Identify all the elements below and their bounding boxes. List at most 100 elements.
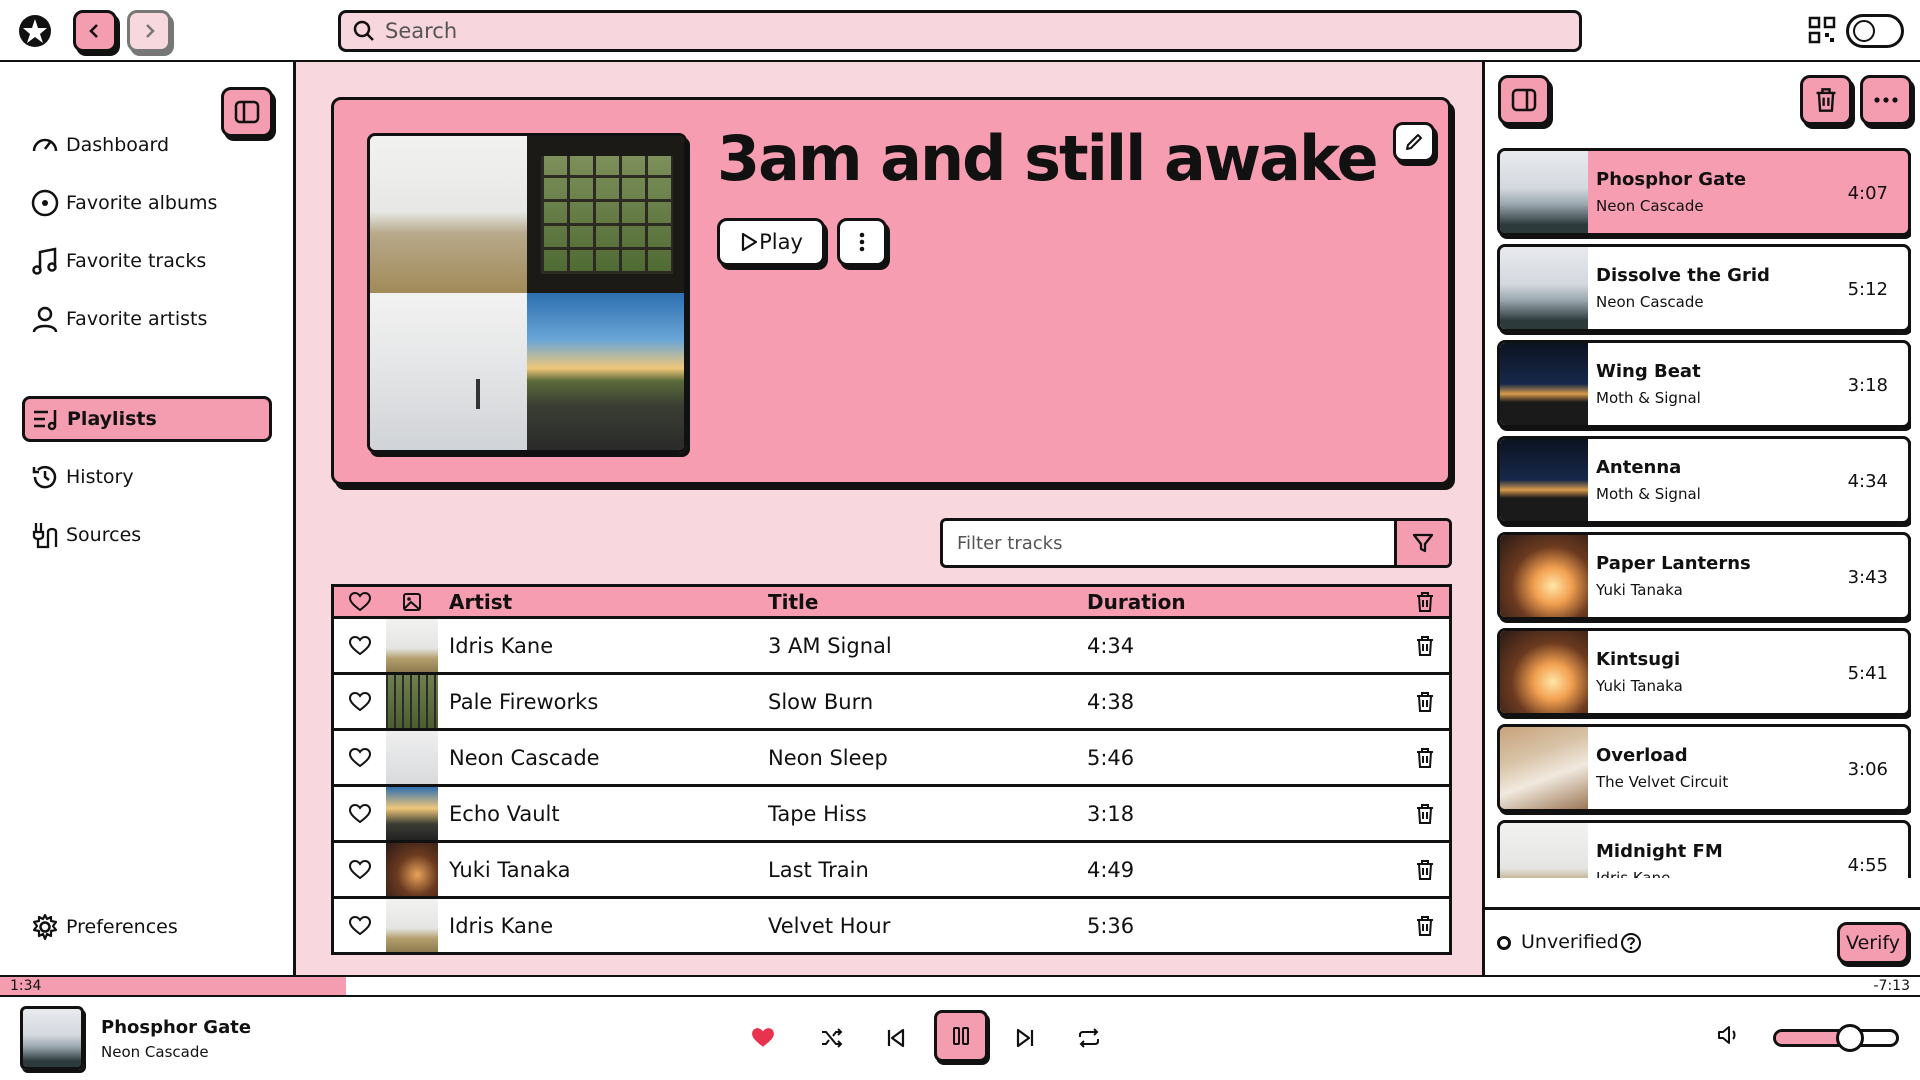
table-row[interactable]: Echo Vault Tape Hiss 3:18	[334, 787, 1449, 843]
table-row[interactable]: Yuki Tanaka Last Train 4:49	[334, 843, 1449, 899]
track-duration: 5:46	[1087, 745, 1135, 770]
track-title[interactable]: Last Train	[768, 858, 869, 882]
queue-item[interactable]: Kintsugi Yuki Tanaka 5:41	[1497, 628, 1911, 716]
table-row[interactable]: Idris Kane Velvet Hour 5:36	[334, 899, 1449, 955]
track-artist[interactable]: Echo Vault	[449, 802, 560, 826]
sidebar-item-label: History	[66, 466, 134, 488]
sidebar-item-favorite-tracks[interactable]: Favorite tracks	[22, 238, 272, 284]
favorite-toggle[interactable]	[334, 859, 386, 880]
playback-progress-bar[interactable]: 1:34 -7:13	[0, 975, 1920, 997]
track-duration: 4:49	[1087, 857, 1135, 882]
track-title[interactable]: Tape Hiss	[768, 802, 867, 826]
search-icon	[353, 20, 374, 41]
filter-button[interactable]	[1394, 521, 1449, 565]
queue-item[interactable]: Wing Beat Moth & Signal 3:18	[1497, 340, 1911, 428]
remove-track-button[interactable]	[1415, 859, 1435, 881]
favorite-toggle[interactable]	[334, 915, 386, 936]
column-header-duration[interactable]: Duration	[1087, 590, 1186, 614]
previous-button[interactable]	[879, 1021, 913, 1055]
remove-track-button[interactable]	[1415, 915, 1435, 937]
play-playlist-button[interactable]: Play	[717, 218, 825, 266]
table-row[interactable]: Pale Fireworks Slow Burn 4:38	[334, 675, 1449, 731]
remove-track-button[interactable]	[1415, 747, 1435, 769]
back-button[interactable]	[73, 10, 117, 52]
track-title[interactable]: Slow Burn	[768, 690, 873, 714]
cover-image	[527, 293, 684, 450]
gauge-icon	[32, 138, 58, 152]
gear-icon	[32, 913, 58, 941]
favorite-toggle[interactable]	[334, 747, 386, 768]
queue-item-artist: Idris Kane	[1596, 869, 1671, 878]
column-header-title[interactable]: Title	[768, 590, 818, 614]
track-title[interactable]: Velvet Hour	[768, 914, 890, 938]
column-header-artist[interactable]: Artist	[449, 590, 512, 614]
sidebar-item-sources[interactable]: Sources	[22, 512, 272, 558]
playlist-more-button[interactable]	[837, 218, 887, 266]
queue-item-title: Midnight FM	[1596, 841, 1723, 862]
queue-item[interactable]: Overload The Velvet Circuit 3:06	[1497, 724, 1911, 812]
remove-track-button[interactable]	[1415, 803, 1435, 825]
queue-item[interactable]: Phosphor Gate Neon Cascade 4:07	[1497, 148, 1911, 236]
queue-item-duration: 3:06	[1847, 759, 1888, 780]
queue-item[interactable]: Midnight FM Idris Kane 4:55	[1497, 820, 1911, 878]
qr-code-icon[interactable]	[1808, 16, 1836, 44]
track-artist[interactable]: Pale Fireworks	[449, 690, 598, 714]
playlist-title: 3am and still awake	[717, 122, 1379, 195]
queue-item-art	[1500, 727, 1588, 809]
pause-button[interactable]	[934, 1010, 988, 1062]
queue-item-artist: Moth & Signal	[1596, 389, 1701, 407]
next-button[interactable]	[1008, 1021, 1042, 1055]
theme-toggle[interactable]	[1846, 14, 1904, 48]
pause-icon	[953, 1027, 969, 1045]
volume-icon[interactable]	[1716, 1023, 1742, 1047]
shuffle-button[interactable]	[815, 1021, 849, 1055]
sidebar-item-history[interactable]: History	[22, 454, 272, 500]
sidebar-item-dashboard[interactable]: Dashboard	[22, 122, 272, 168]
table-row[interactable]: Idris Kane 3 AM Signal 4:34	[334, 619, 1449, 675]
track-art-cell	[386, 899, 438, 952]
preferences-button[interactable]: Preferences	[22, 904, 272, 950]
collapse-queue-button[interactable]	[1498, 75, 1550, 125]
clear-queue-button[interactable]	[1800, 75, 1852, 125]
queue-item-artist: Yuki Tanaka	[1596, 581, 1683, 599]
repeat-button[interactable]	[1072, 1021, 1106, 1055]
volume-slider[interactable]	[1773, 1024, 1899, 1052]
volume-knob[interactable]	[1836, 1024, 1865, 1052]
trash-icon[interactable]	[1415, 591, 1435, 613]
track-title[interactable]: Neon Sleep	[768, 746, 888, 770]
verify-button[interactable]: Verify	[1837, 922, 1909, 964]
sidebar-item-label: Favorite albums	[66, 192, 218, 214]
sidebar-item-playlists[interactable]: Playlists	[22, 396, 272, 442]
search-input[interactable]: Search	[338, 10, 1582, 52]
like-button[interactable]	[746, 1021, 780, 1055]
help-icon[interactable]	[1620, 932, 1642, 954]
favorite-toggle[interactable]	[334, 803, 386, 824]
favorite-toggle[interactable]	[334, 691, 386, 712]
edit-playlist-button[interactable]	[1393, 122, 1435, 162]
app-logo-icon[interactable]	[18, 14, 52, 48]
queue-item[interactable]: Paper Lanterns Yuki Tanaka 3:43	[1497, 532, 1911, 620]
forward-button[interactable]	[127, 10, 171, 52]
track-artist[interactable]: Idris Kane	[449, 634, 553, 658]
sidebar-item-favorite-artists[interactable]: Favorite artists	[22, 296, 272, 342]
now-playing-art[interactable]	[20, 1006, 84, 1070]
sidebar-item-favorite-albums[interactable]: Favorite albums	[22, 180, 272, 226]
queue-item-artist: Yuki Tanaka	[1596, 677, 1683, 695]
queue-item[interactable]: Antenna Moth & Signal 4:34	[1497, 436, 1911, 524]
remove-track-button[interactable]	[1415, 691, 1435, 713]
table-row[interactable]: Neon Cascade Neon Sleep 5:46	[334, 731, 1449, 787]
filter-tracks-input[interactable]: Filter tracks	[940, 518, 1452, 568]
playlist-header: 3am and still awake Play	[331, 97, 1451, 485]
now-playing-artist[interactable]: Neon Cascade	[101, 1043, 209, 1061]
track-title[interactable]: 3 AM Signal	[768, 634, 892, 658]
queue-more-button[interactable]	[1860, 75, 1912, 125]
now-playing-title[interactable]: Phosphor Gate	[101, 1017, 251, 1038]
favorite-toggle[interactable]	[334, 635, 386, 656]
queue-item[interactable]: Dissolve the Grid Neon Cascade 5:12	[1497, 244, 1911, 332]
track-artist[interactable]: Neon Cascade	[449, 746, 600, 770]
track-artist[interactable]: Idris Kane	[449, 914, 553, 938]
remove-track-button[interactable]	[1415, 635, 1435, 657]
track-artist[interactable]: Yuki Tanaka	[449, 858, 570, 882]
heart-icon	[349, 691, 371, 711]
track-art	[386, 619, 438, 672]
